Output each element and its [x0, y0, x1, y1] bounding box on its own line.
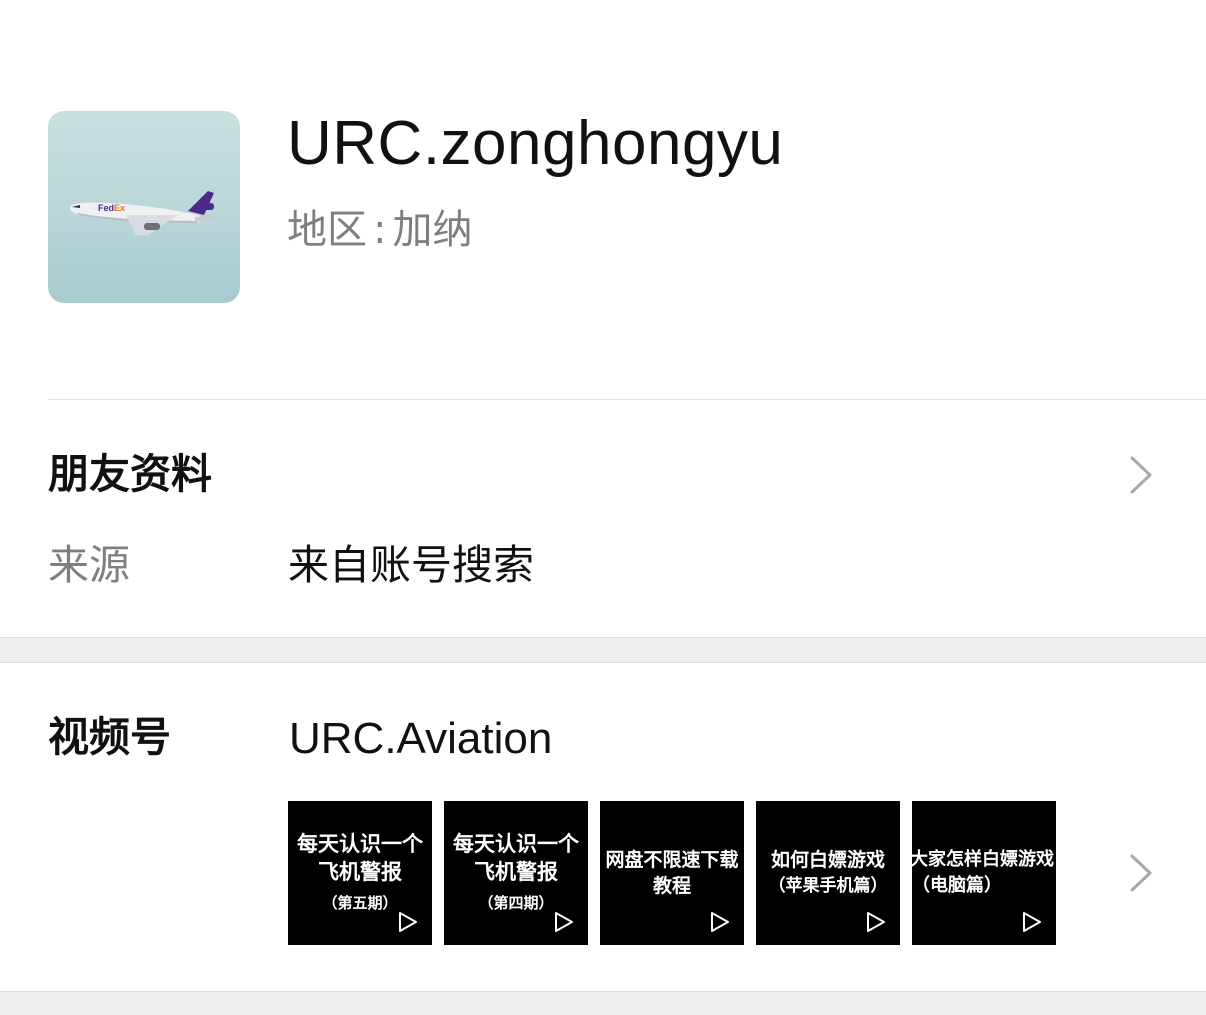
source-value: 来自账号搜索 [288, 541, 534, 589]
contact-profile-page: Fed Ex URC.zonghongyu 地区: 加纳 朋友资料 来源 来自账号… [0, 0, 1206, 1015]
channels-account-name: URC.Aviation [289, 714, 553, 763]
thumbnail-text: 飞机警报 [474, 860, 558, 884]
chevron-right-icon[interactable] [1128, 853, 1154, 893]
video-thumbnail[interactable]: 大家怎样白嫖游戏 （电脑篇） [912, 801, 1056, 945]
thumbnail-text: 如何白嫖游戏 [770, 849, 885, 871]
friend-info-section[interactable]: 朋友资料 来源 来自账号搜索 [0, 400, 1206, 638]
play-icon [555, 912, 573, 932]
thumbnail-text: （第五期） [322, 894, 398, 912]
video-thumbnail[interactable]: 每天认识一个 飞机警报 （第四期） [444, 801, 588, 945]
profile-nickname: URC.zonghongyu [287, 109, 784, 178]
avatar[interactable]: Fed Ex [48, 111, 240, 303]
region-value: 加纳 [392, 207, 473, 253]
thumbnail-text: 飞机警报 [318, 860, 402, 884]
airplane-photo-icon: Fed Ex [70, 191, 216, 235]
channels-section[interactable]: 视频号 URC.Aviation 每天认识一个 飞机警报 （第五期） 每天认识一… [0, 663, 1206, 991]
source-label: 来源 [48, 541, 130, 589]
video-thumbnail[interactable]: 每天认识一个 飞机警报 （第五期） [288, 801, 432, 945]
play-icon [399, 912, 417, 932]
section-separator [0, 991, 1206, 1015]
play-icon [867, 912, 885, 932]
channels-thumbnails: 每天认识一个 飞机警报 （第五期） 每天认识一个 飞机警报 （第四期） 网盘不限… [288, 801, 1056, 945]
thumbnail-text: 教程 [652, 875, 691, 897]
svg-text:Ex: Ex [114, 203, 125, 213]
profile-header: Fed Ex URC.zonghongyu 地区: 加纳 [0, 0, 1206, 400]
thumbnail-text: （苹果手机篇） [768, 876, 888, 896]
profile-region: 地区: 加纳 [287, 200, 472, 260]
channels-title: 视频号 [48, 713, 171, 761]
video-thumbnail[interactable]: 网盘不限速下载 教程 [600, 801, 744, 945]
play-icon [711, 912, 729, 932]
thumbnail-text: （第四期） [478, 894, 554, 912]
section-separator [0, 638, 1206, 662]
thumbnail-text: 大家怎样白嫖游戏 [912, 849, 1054, 870]
thumbnail-text: （电脑篇） [912, 875, 1002, 896]
play-icon [1023, 912, 1041, 932]
video-thumbnail[interactable]: 如何白嫖游戏 （苹果手机篇） [756, 801, 900, 945]
thumbnail-text: 每天认识一个 [453, 832, 579, 856]
svg-text:Fed: Fed [98, 203, 114, 213]
chevron-right-icon[interactable] [1128, 455, 1154, 495]
region-colon: : [373, 207, 387, 253]
thumbnail-text: 网盘不限速下载 [605, 849, 739, 871]
friend-info-title: 朋友资料 [48, 450, 212, 498]
thumbnail-text: 每天认识一个 [297, 832, 423, 856]
region-label: 地区 [287, 207, 367, 253]
